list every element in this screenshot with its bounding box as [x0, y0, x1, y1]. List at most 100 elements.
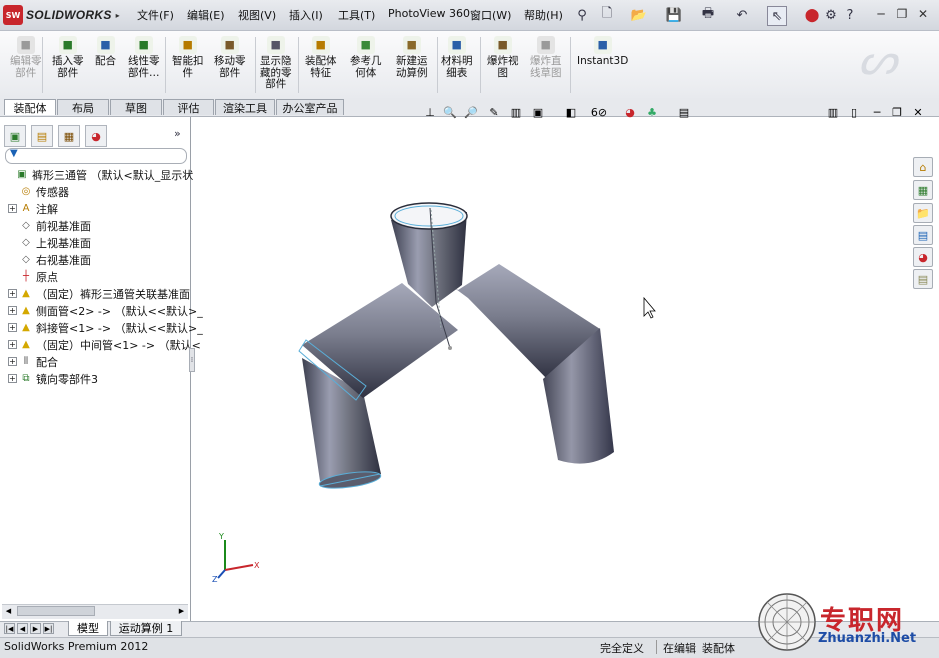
- dynamic-annotation-icon[interactable]: ▥: [508, 104, 524, 120]
- options-icon[interactable]: ⚙: [822, 6, 840, 24]
- command-edit-component[interactable]: ■ 编辑零 部件: [10, 36, 42, 79]
- menu-photoview[interactable]: PhotoView 360: [388, 7, 470, 20]
- expand-icon[interactable]: +: [8, 204, 17, 213]
- minimize-icon[interactable]: ─: [872, 6, 890, 22]
- zoom-area-icon[interactable]: 🔍: [442, 104, 458, 120]
- command-explode-view[interactable]: ■ 爆炸视 图: [487, 36, 519, 79]
- tree-item[interactable]: + ⫴ 配合: [8, 353, 58, 370]
- menu-tools[interactable]: 工具(T): [338, 7, 375, 23]
- tree-item[interactable]: ┼ 原点: [8, 268, 58, 285]
- command-linear-pattern[interactable]: ■ 线性零 部件…: [128, 36, 160, 79]
- next-tab-icon[interactable]: ▶: [30, 623, 41, 634]
- menu-edit[interactable]: 编辑(E): [187, 7, 225, 23]
- custom-properties-icon[interactable]: ▤: [913, 269, 933, 289]
- menu-window[interactable]: 窗口(W): [470, 7, 511, 23]
- tree-item[interactable]: + ▲ （固定）裤形三通管关联基准面: [8, 285, 190, 302]
- viewport-split-icon[interactable]: ▯: [846, 104, 862, 120]
- configuration-tab-icon[interactable]: ▦: [58, 125, 80, 147]
- command-insert-component[interactable]: ■ 插入零 部件: [52, 36, 84, 79]
- menu-insert[interactable]: 插入(I): [289, 7, 323, 23]
- tree-item[interactable]: + A 注解: [8, 200, 58, 217]
- scroll-thumb[interactable]: [17, 606, 95, 616]
- tree-item[interactable]: + ▲ （固定）中间管<1> -> （默认<: [8, 336, 201, 353]
- command-reference-geometry[interactable]: ■ 参考几 何体: [350, 36, 382, 79]
- display-style-icon[interactable]: ◧: [563, 104, 579, 120]
- view-palette-icon[interactable]: ▤: [913, 225, 933, 245]
- viewport-close-icon[interactable]: ✕: [910, 104, 926, 120]
- view-orientation-icon[interactable]: ▣: [530, 104, 546, 120]
- restore-icon[interactable]: ❐: [893, 6, 911, 22]
- section-view-icon[interactable]: ✎: [486, 104, 502, 120]
- first-tab-icon[interactable]: |◀: [4, 623, 15, 634]
- expand-icon[interactable]: +: [8, 374, 17, 383]
- prev-tab-icon[interactable]: ◀: [17, 623, 28, 634]
- open-icon[interactable]: 📂: [630, 6, 648, 24]
- expand-icon[interactable]: +: [8, 357, 17, 366]
- tab-1[interactable]: 布局: [57, 99, 109, 115]
- previous-view-icon[interactable]: 🔎: [463, 104, 479, 120]
- viewport-minimize-icon[interactable]: ─: [869, 104, 885, 120]
- tree-item[interactable]: ▣ 裤形三通管 （默认<默认_显示状: [4, 166, 193, 183]
- command-smart-fastener[interactable]: ■ 智能扣 件: [172, 36, 204, 79]
- close-icon[interactable]: ✕: [914, 6, 932, 22]
- viewport-restore-icon[interactable]: ❐: [889, 104, 905, 120]
- tree-item[interactable]: + ▲ 斜接管<1> -> （默认<<默认>_: [8, 319, 203, 336]
- tree-item[interactable]: ◇ 前视基准面: [8, 217, 91, 234]
- expand-icon[interactable]: +: [8, 323, 17, 332]
- display-manager-tab-icon[interactable]: ◕: [85, 125, 107, 147]
- zoom-to-fit-icon[interactable]: ⊥: [422, 104, 438, 120]
- print-icon[interactable]: 🖶: [699, 6, 717, 24]
- appearances-icon[interactable]: ◕: [913, 247, 933, 267]
- command-bom[interactable]: ■ 材料明 细表: [441, 36, 473, 79]
- feature-tree-tab-icon[interactable]: ▣: [4, 125, 26, 147]
- menu-view[interactable]: 视图(V): [238, 7, 276, 23]
- solidworks-resources-icon[interactable]: ⌂: [913, 157, 933, 177]
- tab-model[interactable]: 模型: [68, 621, 108, 636]
- tab-motion-study[interactable]: 运动算例 1: [110, 621, 182, 636]
- expand-icon[interactable]: +: [8, 306, 17, 315]
- graphics-area[interactable]: Y X Z: [190, 120, 910, 620]
- last-tab-icon[interactable]: ▶|: [43, 623, 54, 634]
- command-mate[interactable]: ■ 配合: [95, 36, 116, 68]
- select-icon[interactable]: ⇖: [767, 6, 787, 26]
- scroll-right-icon[interactable]: ▶: [176, 606, 187, 616]
- filter-field[interactable]: [5, 148, 187, 164]
- rebuild-icon[interactable]: ⬤: [803, 6, 821, 24]
- file-explorer-icon[interactable]: 📁: [913, 203, 933, 223]
- pin-icon[interactable]: ⚲: [573, 6, 591, 24]
- menu-pin-icon[interactable]: ▸: [116, 11, 120, 20]
- menu-help[interactable]: 帮助(H): [524, 7, 563, 23]
- view-settings-icon[interactable]: ▤: [676, 104, 692, 120]
- new-document-icon[interactable]: 🗋: [598, 6, 616, 24]
- viewport-icon[interactable]: ▥: [825, 104, 841, 120]
- undo-icon[interactable]: ↶: [733, 6, 751, 24]
- menu-file[interactable]: 文件(F): [137, 7, 174, 23]
- save-icon[interactable]: 💾: [665, 6, 683, 24]
- property-manager-tab-icon[interactable]: ▤: [31, 125, 53, 147]
- collapse-panel-icon[interactable]: »: [174, 127, 181, 140]
- tab-0[interactable]: 装配体: [4, 99, 56, 115]
- command-instant3d[interactable]: ■ Instant3D: [577, 36, 628, 68]
- apply-scene-icon[interactable]: ♣: [644, 104, 660, 120]
- tree-item[interactable]: ◇ 上视基准面: [8, 234, 91, 251]
- tree-item[interactable]: ◎ 传感器: [8, 183, 69, 200]
- scroll-left-icon[interactable]: ◀: [3, 606, 14, 616]
- tab-3[interactable]: 评估: [163, 99, 214, 115]
- help-icon[interactable]: ?: [841, 6, 859, 24]
- tab-5[interactable]: 办公室产品: [276, 99, 344, 115]
- tree-item[interactable]: + ⧉ 镜向零部件3: [8, 370, 98, 387]
- filter-icon[interactable]: ▼: [10, 148, 18, 159]
- tree-item[interactable]: + ▲ 侧面管<2> -> （默认<<默认>_: [8, 302, 203, 319]
- hide-show-items-icon[interactable]: 6⊘: [591, 104, 607, 120]
- command-move-component[interactable]: ■ 移动零 部件: [214, 36, 246, 79]
- tab-4[interactable]: 渲染工具: [215, 99, 275, 115]
- solidworks-logo[interactable]: SW SOLIDWORKS ▸: [3, 4, 121, 26]
- command-explode-line[interactable]: ■ 爆炸直 线草图: [530, 36, 562, 79]
- tab-2[interactable]: 草图: [110, 99, 162, 115]
- expand-icon[interactable]: +: [8, 289, 17, 298]
- command-motion-study[interactable]: ■ 新建运 动算例: [396, 36, 428, 79]
- edit-appearance-icon[interactable]: ◕: [622, 104, 638, 120]
- design-library-icon[interactable]: ▦: [913, 180, 933, 200]
- expand-icon[interactable]: +: [8, 340, 17, 349]
- command-assembly-feature[interactable]: ■ 装配体 特征: [305, 36, 337, 79]
